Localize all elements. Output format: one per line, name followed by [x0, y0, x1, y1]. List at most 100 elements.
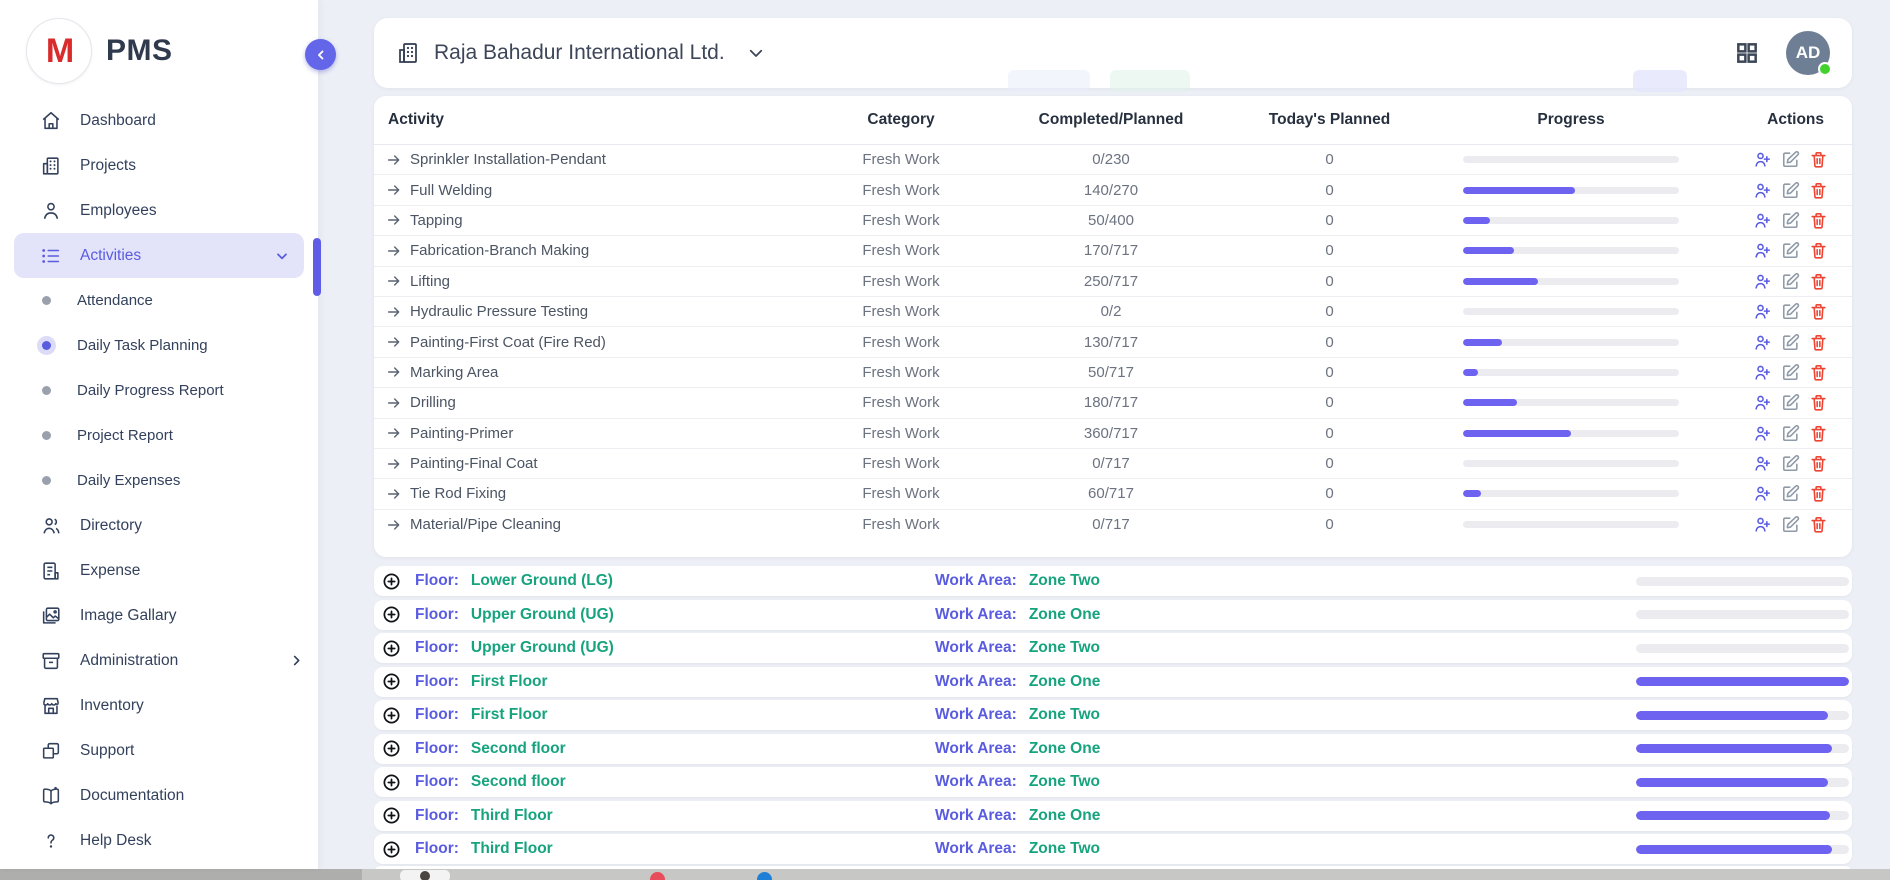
expand-plus-icon[interactable]	[382, 806, 401, 825]
sidebar-item-inventory[interactable]: Inventory	[0, 683, 318, 728]
activity-name[interactable]: Material/Pipe Cleaning	[410, 516, 561, 533]
assign-user-icon[interactable]	[1753, 181, 1772, 200]
activity-name[interactable]: Full Welding	[410, 182, 492, 199]
completed-planned-value: 360/717	[1026, 425, 1196, 442]
assign-user-icon[interactable]	[1753, 484, 1772, 503]
activity-name[interactable]: Lifting	[410, 273, 450, 290]
delete-icon[interactable]	[1809, 333, 1828, 352]
activity-name[interactable]: Painting-Final Coat	[410, 455, 538, 472]
delete-icon[interactable]	[1809, 454, 1828, 473]
activity-name[interactable]: Fabrication-Branch Making	[410, 242, 589, 259]
edit-icon[interactable]	[1781, 363, 1800, 382]
taskbar-app-chip[interactable]	[400, 870, 450, 880]
assign-user-icon[interactable]	[1753, 515, 1772, 534]
edit-icon[interactable]	[1781, 393, 1800, 412]
progress-bar	[1463, 308, 1679, 315]
sidebar-item-projects[interactable]: Projects	[0, 143, 318, 188]
edit-icon[interactable]	[1781, 241, 1800, 260]
delete-icon[interactable]	[1809, 150, 1828, 169]
todays-planned-value: 0	[1196, 334, 1463, 351]
assign-user-icon[interactable]	[1753, 150, 1772, 169]
edit-icon[interactable]	[1781, 515, 1800, 534]
edit-icon[interactable]	[1781, 272, 1800, 291]
assign-user-icon[interactable]	[1753, 454, 1772, 473]
assign-user-icon[interactable]	[1753, 211, 1772, 230]
assign-user-icon[interactable]	[1753, 393, 1772, 412]
sidebar-item-administration[interactable]: Administration	[0, 638, 318, 683]
sidebar-item-documentation[interactable]: Documentation	[0, 773, 318, 818]
edit-icon[interactable]	[1781, 211, 1800, 230]
sidebar-item-image-gallary[interactable]: Image Gallary	[0, 593, 318, 638]
activity-name[interactable]: Sprinkler Installation-Pendant	[410, 151, 606, 168]
expand-plus-icon[interactable]	[382, 739, 401, 758]
delete-icon[interactable]	[1809, 211, 1828, 230]
work-area-zone: Zone Two	[1029, 572, 1100, 590]
delete-icon[interactable]	[1809, 515, 1828, 534]
delete-icon[interactable]	[1809, 302, 1828, 321]
expand-plus-icon[interactable]	[382, 605, 401, 624]
sidebar-collapse-button[interactable]	[305, 39, 336, 70]
sidebar-item-help-desk[interactable]: Help Desk	[0, 818, 318, 863]
sidebar-item-expense[interactable]: Expense	[0, 548, 318, 593]
activity-name[interactable]: Tapping	[410, 212, 463, 229]
activity-name[interactable]: Drilling	[410, 394, 456, 411]
delete-icon[interactable]	[1809, 484, 1828, 503]
todays-planned-value: 0	[1196, 425, 1463, 442]
assign-user-icon[interactable]	[1753, 302, 1772, 321]
edit-icon[interactable]	[1781, 302, 1800, 321]
sidebar-item-support[interactable]: Support	[0, 728, 318, 773]
activity-name[interactable]: Marking Area	[410, 364, 498, 381]
assign-user-icon[interactable]	[1753, 424, 1772, 443]
sidebar-subitem-attendance[interactable]: Attendance	[0, 278, 318, 323]
sidebar-subitem-daily-expenses[interactable]: Daily Expenses	[0, 458, 318, 503]
assign-user-icon[interactable]	[1753, 363, 1772, 382]
expand-plus-icon[interactable]	[382, 639, 401, 658]
sidebar-item-activities[interactable]: Activities	[14, 233, 304, 278]
expand-plus-icon[interactable]	[382, 672, 401, 691]
assign-user-icon[interactable]	[1753, 272, 1772, 291]
delete-icon[interactable]	[1809, 393, 1828, 412]
sidebar-subitem-project-report[interactable]: Project Report	[0, 413, 318, 458]
activity-table-row: Tie Rod Fixing Fresh Work 60/717 0	[374, 479, 1852, 509]
expand-plus-icon[interactable]	[382, 840, 401, 859]
assign-user-icon[interactable]	[1753, 241, 1772, 260]
apps-grid-icon[interactable]	[1734, 40, 1760, 66]
floor-row: Floor: Upper Ground (UG) Work Area: Zone…	[374, 633, 1852, 663]
sidebar-item-employees[interactable]: Employees	[0, 188, 318, 233]
taskbar-blue-app-icon[interactable]	[757, 872, 772, 880]
sidebar-subitem-daily-task-planning[interactable]: Daily Task Planning	[0, 323, 318, 368]
activity-name[interactable]: Painting-Primer	[410, 425, 513, 442]
bullet-dot-icon	[42, 476, 51, 485]
edit-icon[interactable]	[1781, 484, 1800, 503]
chevron-left-icon	[314, 48, 328, 62]
floor-name: Second floor	[471, 773, 566, 791]
activity-name[interactable]: Tie Rod Fixing	[410, 485, 506, 502]
sidebar-item-directory[interactable]: Directory	[0, 503, 318, 548]
delete-icon[interactable]	[1809, 424, 1828, 443]
delete-icon[interactable]	[1809, 272, 1828, 291]
sidebar-item-dashboard[interactable]: Dashboard	[0, 98, 318, 143]
expand-plus-icon[interactable]	[382, 572, 401, 591]
activity-name[interactable]: Hydraulic Pressure Testing	[410, 303, 588, 320]
taskbar-red-app-icon[interactable]	[650, 872, 665, 880]
activity-table-row: Fabrication-Branch Making Fresh Work 170…	[374, 236, 1852, 266]
work-area-zone: Zone One	[1029, 606, 1100, 624]
assign-user-icon[interactable]	[1753, 333, 1772, 352]
edit-icon[interactable]	[1781, 333, 1800, 352]
edit-icon[interactable]	[1781, 454, 1800, 473]
edit-icon[interactable]	[1781, 424, 1800, 443]
completed-planned-value: 180/717	[1026, 394, 1196, 411]
delete-icon[interactable]	[1809, 181, 1828, 200]
sidebar-subitem-daily-progress-report[interactable]: Daily Progress Report	[0, 368, 318, 413]
delete-icon[interactable]	[1809, 241, 1828, 260]
completed-planned-value: 0/717	[1026, 455, 1196, 472]
delete-icon[interactable]	[1809, 363, 1828, 382]
expand-plus-icon[interactable]	[382, 706, 401, 725]
activity-name[interactable]: Painting-First Coat (Fire Red)	[410, 334, 606, 351]
project-selector[interactable]: Raja Bahadur International Ltd.	[396, 41, 765, 65]
edit-icon[interactable]	[1781, 181, 1800, 200]
activity-table-row: Drilling Fresh Work 180/717 0	[374, 388, 1852, 418]
expand-plus-icon[interactable]	[382, 773, 401, 792]
edit-icon[interactable]	[1781, 150, 1800, 169]
user-avatar[interactable]: AD	[1786, 31, 1830, 75]
